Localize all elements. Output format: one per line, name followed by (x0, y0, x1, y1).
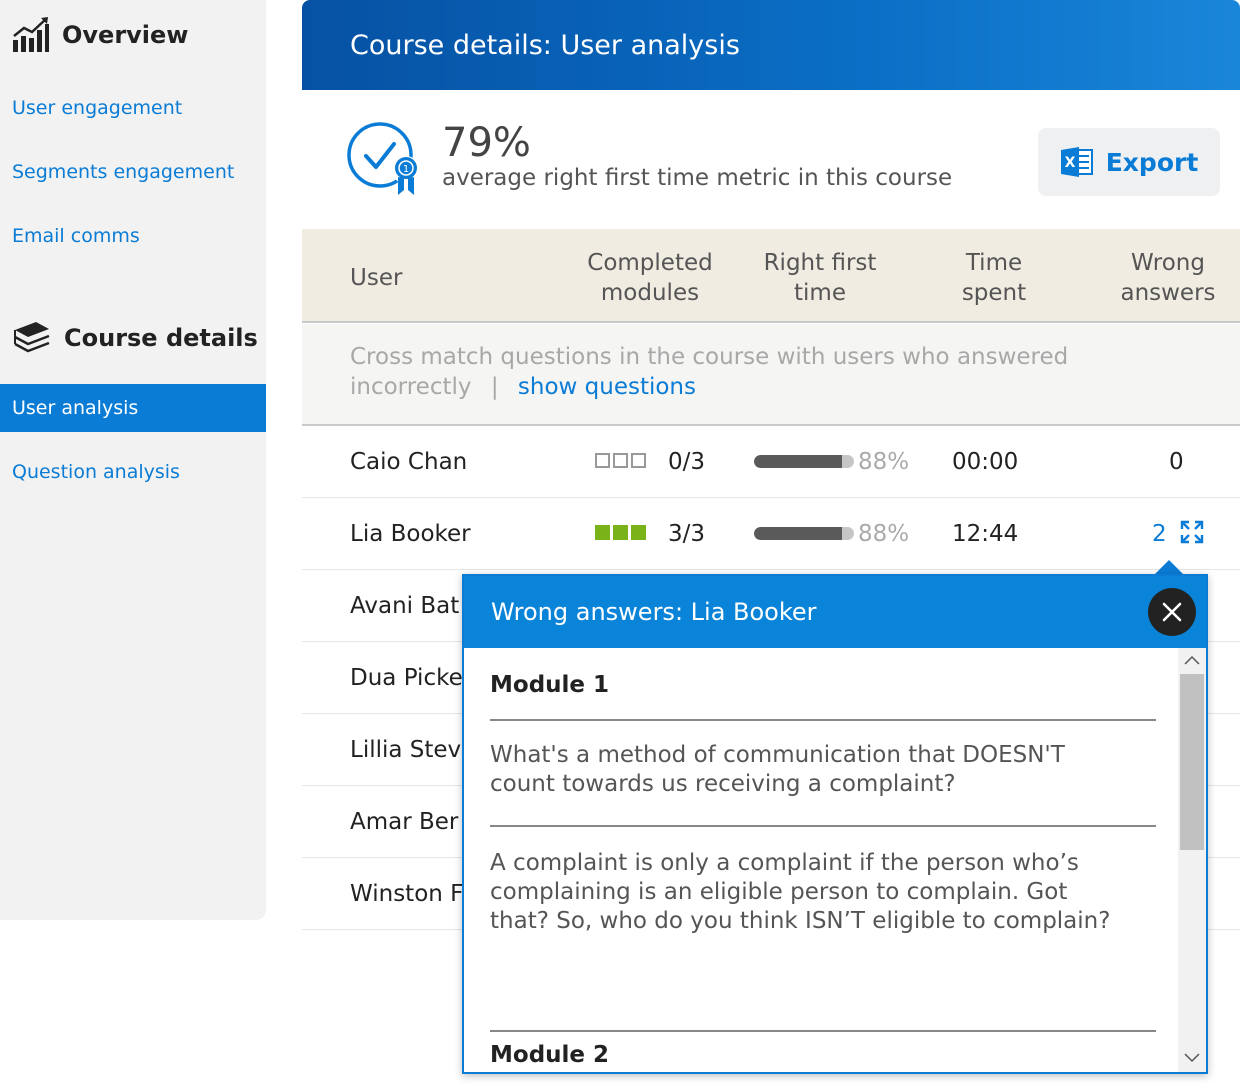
page-title: Course details: User analysis (302, 0, 1240, 90)
rft-progress-fill (754, 455, 842, 468)
sidebar-item-segments-engagement[interactable]: Segments engagement (0, 148, 266, 196)
rft-percent: 88% (858, 521, 910, 547)
svg-text:1: 1 (403, 164, 409, 175)
expand-icon (1180, 520, 1204, 544)
module-progress-boxes (595, 453, 646, 468)
excel-icon: X (1060, 147, 1093, 177)
sidebar-item-email-comms[interactable]: Email comms (0, 212, 266, 260)
module-square (595, 525, 610, 540)
column-header-wrong-line2: answers (1120, 280, 1216, 306)
user-name: Dua Picke (350, 665, 463, 691)
user-name: Lillia Stev (350, 737, 462, 763)
table-row: Lia Booker 3/3 88% 12:44 2 (302, 498, 1240, 570)
column-header-completed-line1: Completed (587, 250, 713, 276)
question-text: What's a method of communication that DO… (490, 742, 1065, 797)
column-header-wrong-answers[interactable]: Wrong answers (1108, 248, 1228, 308)
metric-label: average right first time metric in this … (442, 165, 953, 191)
column-header-user[interactable]: User (350, 263, 402, 293)
popup-title: Wrong answers: Lia Booker (464, 576, 1206, 648)
sidebar-item-question-analysis[interactable]: Question analysis (0, 448, 266, 496)
time-spent: 12:44 (952, 521, 1019, 547)
sidebar-item-user-engagement[interactable]: User engagement (0, 84, 266, 132)
cross-match-text: Cross match questions in the course with… (350, 344, 1069, 400)
overview-heading: Overview (12, 16, 188, 54)
user-name: Lia Booker (350, 521, 471, 547)
sidebar-item-user-analysis[interactable]: User analysis (0, 384, 266, 432)
export-button[interactable]: X Export (1038, 128, 1220, 196)
question-text: A complaint is only a complaint if the p… (490, 850, 1111, 934)
time-spent: 00:00 (952, 449, 1019, 475)
close-button[interactable] (1148, 588, 1196, 636)
overview-heading-label: Overview (62, 21, 189, 49)
module-square (631, 453, 646, 468)
module-square (631, 525, 646, 540)
rft-percent: 88% (858, 449, 910, 475)
user-name: Winston F (350, 881, 464, 907)
module-square (595, 453, 610, 468)
sidebar: Overview User engagement Segments engage… (0, 0, 266, 920)
column-header-completed-line2: modules (600, 280, 700, 306)
module-square (613, 453, 628, 468)
cross-match-banner: Cross match questions in the course with… (302, 324, 1240, 426)
popup-pointer (1154, 560, 1184, 575)
column-header-time-line1: Time (965, 250, 1023, 276)
column-header-wrong-line1: Wrong (1131, 250, 1205, 276)
table-row: Caio Chan 0/3 88% 00:00 0 (302, 426, 1240, 498)
module-square (613, 525, 628, 540)
modules-count: 0/3 (668, 449, 706, 475)
module-title: Module 1 (490, 672, 610, 698)
course-details-heading: Course details (12, 318, 258, 358)
divider (490, 719, 1156, 721)
module-progress-boxes (595, 525, 646, 540)
cross-match-separator: | (490, 374, 499, 400)
column-header-time-line2: spent (961, 280, 1027, 306)
rft-progress-fill (754, 527, 842, 540)
layers-icon (14, 322, 50, 353)
svg-text:X: X (1064, 155, 1075, 171)
export-label: Export (1105, 147, 1199, 177)
user-name: Avani Bat (350, 593, 460, 619)
wrong-answers-popup: Wrong answers: Lia Booker Module 1 What'… (462, 574, 1208, 1074)
popup-scrollbar[interactable] (1178, 648, 1206, 1072)
wrong-answers-count: 0 (1169, 449, 1184, 475)
metric-value: 79% (442, 120, 531, 166)
close-icon (1162, 602, 1182, 622)
column-header-time-spent[interactable]: Time spent (934, 248, 1054, 308)
badge-check-icon: 1 (347, 122, 420, 195)
column-header-right-first-time[interactable]: Right first time (745, 248, 895, 308)
rft-progress-bar (754, 527, 854, 540)
column-header-rft-line1: Right first (763, 250, 877, 276)
scroll-up-icon[interactable] (1183, 654, 1201, 666)
rft-progress-bar (754, 455, 854, 468)
module-title: Module 2 (490, 1042, 610, 1068)
scrollbar-thumb[interactable] (1180, 674, 1204, 850)
user-name: Amar Ber (350, 809, 459, 835)
popup-content: Module 1 What's a method of communicatio… (464, 648, 1178, 1072)
divider (490, 825, 1156, 827)
user-name: Caio Chan (350, 449, 468, 475)
show-questions-link[interactable]: show questions (518, 374, 696, 400)
wrong-answers-count: 2 (1152, 521, 1167, 547)
bar-chart-icon (13, 17, 49, 52)
column-header-completed-modules[interactable]: Completed modules (570, 248, 730, 308)
table-header: User Completed modules Right first time … (302, 229, 1240, 323)
course-details-heading-label: Course details (64, 324, 258, 352)
modules-count: 3/3 (668, 521, 706, 547)
column-header-rft-line2: time (794, 280, 846, 306)
divider (490, 1030, 1156, 1032)
scroll-down-icon[interactable] (1183, 1052, 1201, 1064)
cross-match-text-block: Cross match questions in the course with… (350, 342, 1150, 402)
